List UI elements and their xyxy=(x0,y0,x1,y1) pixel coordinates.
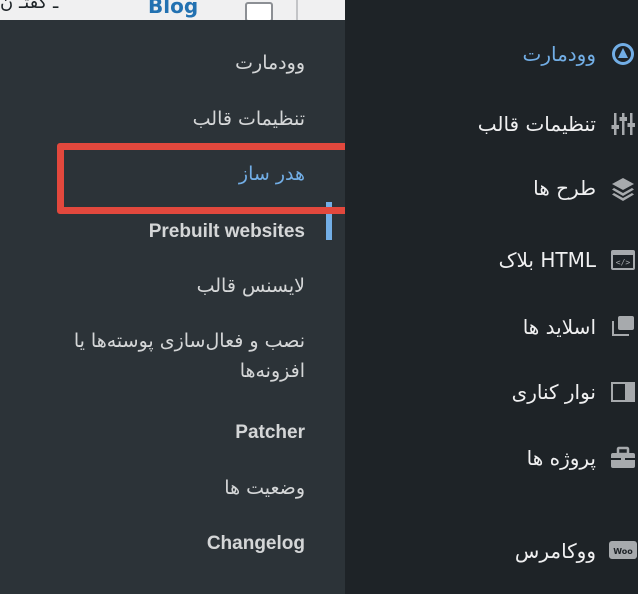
menu-item-label: نوار کناری xyxy=(511,380,596,404)
submenu-item-patcher[interactable]: Patcher xyxy=(235,422,305,444)
admin-main-menu: وودمارت تنظیمات قالب طرح ها </> بلاک HTM… xyxy=(345,0,638,594)
woodmart-submenu: وودمارت تنظیمات قالب هدر ساز Prebuilt we… xyxy=(0,20,347,594)
menu-item-html-block[interactable]: </> بلاک HTML xyxy=(345,240,638,280)
svg-text:Woo: Woo xyxy=(613,547,633,556)
page-rtl-text: ـ گفتـ ن xyxy=(0,0,59,13)
briefcase-icon xyxy=(608,443,638,473)
row-checkbox[interactable] xyxy=(245,2,273,20)
menu-item-label: اسلاید ها xyxy=(522,315,596,339)
submenu-item-woodmart[interactable]: وودمارت xyxy=(235,52,305,74)
svg-text:</>: </> xyxy=(616,258,631,267)
menu-item-woocommerce[interactable]: Woo ووکامرس xyxy=(345,531,638,571)
submenu-item-theme-settings[interactable]: تنظیمات قالب xyxy=(193,108,305,130)
column-divider xyxy=(296,0,298,20)
layers-icon xyxy=(608,173,638,203)
code-block-icon: </> xyxy=(608,245,638,275)
slides-icon xyxy=(608,312,638,342)
menu-item-label: ووکامرس xyxy=(514,539,596,563)
menu-item-slides[interactable]: اسلاید ها xyxy=(345,307,638,347)
page-top-strip: ـ گفتـ ن Blog xyxy=(0,0,345,20)
menu-item-label: تنظیمات قالب xyxy=(477,112,596,136)
submenu-item-prebuilt-websites[interactable]: Prebuilt websites xyxy=(149,221,305,243)
submenu-item-install-plugins[interactable]: نصب و فعال‌سازی پوسته‌ها یا افزونه‌ها xyxy=(45,326,305,386)
annotation-highlight-box xyxy=(57,143,380,214)
menu-item-label: طرح ها xyxy=(533,176,596,200)
sliders-icon xyxy=(608,109,638,139)
woocommerce-icon: Woo xyxy=(608,536,638,566)
menu-item-theme-settings[interactable]: تنظیمات قالب xyxy=(345,104,638,144)
woodmart-logo-icon xyxy=(608,39,638,69)
submenu-item-status[interactable]: وضعیت ها xyxy=(224,477,305,499)
menu-item-sidebar[interactable]: نوار کناری xyxy=(345,372,638,412)
sidebar-icon xyxy=(608,377,638,407)
menu-item-label: وودمارت xyxy=(522,42,596,66)
submenu-item-changelog[interactable]: Changelog xyxy=(207,533,305,555)
menu-item-layouts[interactable]: طرح ها xyxy=(345,168,638,208)
menu-item-label: بلاک HTML xyxy=(498,248,596,272)
submenu-item-theme-license[interactable]: لایسنس قالب xyxy=(197,275,305,297)
menu-item-portfolio[interactable]: پروژه ها xyxy=(345,438,638,478)
blog-link[interactable]: Blog xyxy=(148,0,198,18)
menu-item-woodmart[interactable]: وودمارت xyxy=(345,34,638,74)
menu-item-label: پروژه ها xyxy=(526,446,596,470)
